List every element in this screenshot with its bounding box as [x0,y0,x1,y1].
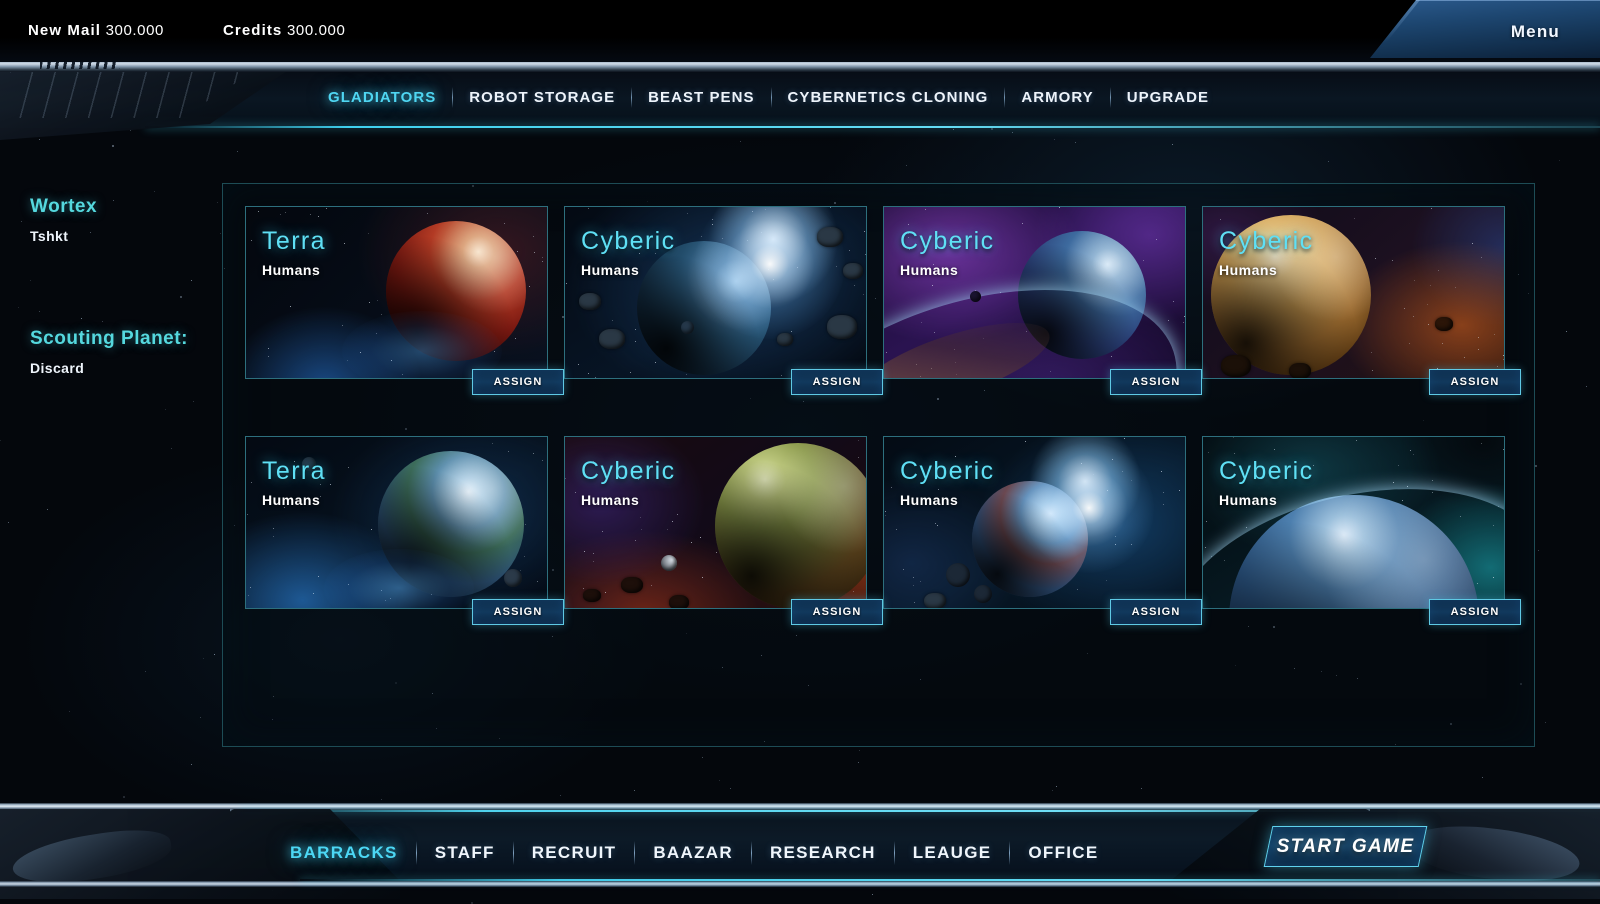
planet-name: Cyberic [900,457,995,485]
bottom-nav-item-staff[interactable]: STAFF [417,841,513,865]
planet-card[interactable]: Terra Humans ASSIGN [245,436,564,625]
bottom-nav-item-barracks[interactable]: BARRACKS [272,841,416,865]
planet-card[interactable]: Cyberic Humans ASSIGN [564,206,883,395]
bottom-nav-item-leauge[interactable]: LEAUGE [895,841,1010,865]
planet-race: Humans [581,492,640,508]
credits-label: Credits [223,22,283,39]
planet-race: Humans [1219,262,1278,278]
planet-name: Cyberic [1219,227,1314,255]
nav-underline-glow [145,126,1600,128]
bottom-frame: BARRACKS STAFF RECRUIT BAAZAR RESEARCH LEAUGE… [0,789,1600,904]
assign-button[interactable]: ASSIGN [791,599,883,625]
new-mail-label: New Mail [28,22,101,39]
sidebar-block-0: Wortex Tshkt [30,196,210,244]
assign-button[interactable]: ASSIGN [1110,369,1202,395]
main-nav-items: GLADIATORS ROBOT STORAGE BEAST PENS CYBERNE… [312,86,1225,109]
star-flare [1024,443,1154,573]
sidebar-block-value[interactable]: Tshkt [30,228,210,244]
bottom-nav-item-office[interactable]: OFFICE [1010,841,1116,865]
nav-item-upgrade[interactable]: UPGRADE [1111,86,1225,109]
assign-button[interactable]: ASSIGN [791,369,883,395]
new-mail-value: 300.000 [105,22,164,39]
planet-card[interactable]: Cyberic Humans ASSIGN [1202,436,1521,625]
nav-item-beast-pens[interactable]: BEAST PENS [632,86,770,109]
bottom-nav-item-research[interactable]: RESEARCH [752,841,894,865]
credits-value: 300.000 [286,22,346,39]
assign-button[interactable]: ASSIGN [472,599,564,625]
credits-stat: Credits 300.000 [223,22,345,39]
bottom-bottom-rail [0,881,1600,887]
nav-item-cybernetics-cloning[interactable]: CYBERNETICS CLONING [772,86,1005,109]
sidebar-block-title: Wortex [30,196,98,217]
planet-name: Cyberic [581,227,676,255]
planet-race: Humans [262,262,321,278]
planet-list-panel: Terra Humans ASSIGN Cyberic Humans ASSIG… [222,183,1535,747]
planet-name: Terra [262,457,326,485]
planet-race: Humans [1219,492,1278,508]
bottom-top-rail [0,803,1600,810]
planet-race: Humans [900,262,959,278]
planet-race: Humans [900,492,959,508]
new-mail-stat: New Mail 300.000 [28,22,164,39]
sidebar-block-value[interactable]: Discard [30,360,210,376]
planet-card[interactable]: Cyberic Humans ASSIGN [883,206,1202,395]
planet-card[interactable]: Terra Humans ASSIGN [245,206,564,395]
planet-name: Cyberic [900,227,995,255]
planet-sphere [715,443,866,608]
left-sidebar: Wortex Tshkt Scouting Planet: Discard [30,196,210,460]
sidebar-block-1: Scouting Planet: Discard [30,328,210,376]
start-game-button[interactable]: START GAME [1263,826,1428,867]
assign-button[interactable]: ASSIGN [1429,599,1521,625]
bottom-bottom-glow [300,879,1600,881]
planet-name: Cyberic [1219,457,1314,485]
assign-button[interactable]: ASSIGN [472,369,564,395]
planet-race: Humans [262,492,321,508]
bottom-nav-item-recruit[interactable]: RECRUIT [514,841,635,865]
planet-name: Cyberic [581,457,676,485]
planet-shading [715,443,866,608]
sidebar-block-title: Scouting Planet: [30,328,188,349]
nav-item-robot-storage[interactable]: ROBOT STORAGE [453,86,631,109]
bottom-nav-item-baazar[interactable]: BAAZAR [635,841,751,865]
nav-item-gladiators[interactable]: GLADIATORS [312,86,452,109]
top-status-bar: New Mail 300.000 Credits 300.000 [0,0,1600,62]
planet-card[interactable]: Cyberic Humans ASSIGN [883,436,1202,625]
planet-race: Humans [581,262,640,278]
planet-card[interactable]: Cyberic Humans ASSIGN [564,436,883,625]
start-game-label: START GAME [1276,835,1415,857]
assign-button[interactable]: ASSIGN [1429,369,1521,395]
planet-card[interactable]: Cyberic Humans ASSIGN [1202,206,1521,395]
nav-item-armory[interactable]: ARMORY [1005,86,1109,109]
bottom-nav-items: BARRACKS STAFF RECRUIT BAAZAR RESEARCH LEAUGE… [272,841,1117,865]
assign-button[interactable]: ASSIGN [1110,599,1202,625]
menu-button-label: Menu [1510,22,1560,41]
planet-card-grid: Terra Humans ASSIGN Cyberic Humans ASSIG… [245,206,1521,625]
planet-name: Terra [262,227,326,255]
